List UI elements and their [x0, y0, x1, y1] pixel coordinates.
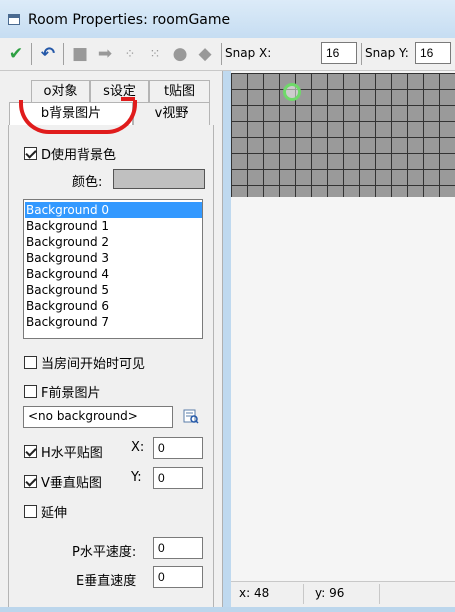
list-item[interactable]: Background 5 — [25, 282, 202, 298]
undo-icon[interactable]: ↶ — [36, 42, 60, 66]
align-icon[interactable]: ⁘ — [118, 42, 142, 66]
checkbox-box[interactable] — [24, 505, 37, 518]
toolbar-separator — [221, 43, 222, 65]
tile-h-label: H水平贴图 — [41, 446, 103, 461]
foreground-checkbox[interactable]: F前景图片 — [24, 382, 100, 401]
background-list[interactable]: Background 0 Background 1 Background 2 B… — [23, 199, 203, 339]
status-y: y: 96 — [315, 586, 345, 600]
stretch-checkbox[interactable]: 延伸 — [24, 502, 67, 521]
room-canvas[interactable] — [231, 71, 455, 581]
lock-icon[interactable]: ● — [168, 42, 192, 66]
tile-v-label: V垂直贴图 — [41, 476, 102, 491]
snap-x-label: Snap X: — [225, 46, 272, 60]
shift-icon[interactable]: ➡ — [93, 42, 117, 66]
list-item[interactable]: Background 3 — [25, 250, 202, 266]
color-swatch[interactable] — [113, 169, 205, 189]
status-bar: x: 48 y: 96 — [231, 581, 455, 608]
list-item[interactable]: Background 0 — [25, 202, 202, 218]
check-icon[interactable]: ✔ — [4, 42, 28, 66]
background-select[interactable]: <no background> — [23, 406, 173, 428]
x-label: X: — [131, 440, 145, 455]
status-divider — [379, 584, 380, 604]
red-annotation-mark — [19, 97, 137, 134]
snap-icon[interactable]: ⁙ — [143, 42, 167, 66]
window-bottom-border — [0, 607, 455, 612]
list-item[interactable]: Background 4 — [25, 266, 202, 282]
vspeed-input[interactable] — [153, 566, 203, 588]
snap-y-label: Snap Y: — [365, 46, 409, 60]
x-input[interactable] — [153, 437, 203, 459]
toolbar-separator — [31, 43, 32, 65]
checkbox-box[interactable] — [24, 147, 37, 160]
use-bg-color-checkbox[interactable]: D使用背景色 — [24, 144, 116, 163]
use-bg-color-label: D使用背景色 — [41, 148, 117, 163]
list-item[interactable]: Background 1 — [25, 218, 202, 234]
toolbar-separator — [63, 43, 64, 65]
hspeed-label: P水平速度: — [72, 545, 137, 560]
list-item[interactable]: Background 2 — [25, 234, 202, 250]
status-divider — [303, 584, 304, 604]
window-icon — [8, 14, 20, 25]
list-item[interactable]: Background 7 — [25, 314, 202, 330]
window-title: Room Properties: roomGame — [28, 12, 231, 28]
object-instance[interactable] — [283, 83, 301, 101]
checkbox-box[interactable] — [24, 475, 37, 488]
y-input[interactable] — [153, 467, 203, 489]
title-bar: Room Properties: roomGame — [0, 0, 455, 38]
checkbox-box[interactable] — [24, 445, 37, 458]
clear-icon[interactable]: ■ — [68, 42, 92, 66]
checkbox-box[interactable] — [24, 356, 37, 369]
status-x: x: 48 — [239, 586, 270, 600]
tab-tiles[interactable]: t贴图 — [149, 80, 210, 103]
toolbar: ✔ ↶ ■ ➡ ⁘ ⁙ ● ◆ Snap X: Snap Y: — [0, 38, 455, 71]
tile-h-checkbox[interactable]: H水平贴图 — [24, 442, 103, 461]
visible-at-start-checkbox[interactable]: 当房间开始时可见 — [24, 353, 145, 372]
stretch-label: 延伸 — [41, 506, 68, 521]
y-label: Y: — [131, 470, 142, 485]
checkbox-box[interactable] — [24, 385, 37, 398]
snap-x-input[interactable] — [321, 42, 357, 64]
toolbar-separator — [361, 43, 362, 65]
tab-views[interactable]: v视野 — [133, 102, 210, 125]
object-icon[interactable]: ◆ — [193, 42, 217, 66]
hspeed-input[interactable] — [153, 537, 203, 559]
tile-v-checkbox[interactable]: V垂直贴图 — [24, 472, 102, 491]
room-grid[interactable] — [231, 73, 455, 197]
color-label: 颜色: — [72, 175, 103, 190]
vspeed-label: E垂直速度 — [76, 574, 137, 589]
list-item[interactable]: Background 6 — [25, 298, 202, 314]
foreground-label: F前景图片 — [41, 386, 101, 401]
snap-y-input[interactable] — [415, 42, 451, 64]
browse-icon[interactable] — [183, 408, 199, 424]
visible-at-start-label: 当房间开始时可见 — [41, 357, 146, 372]
